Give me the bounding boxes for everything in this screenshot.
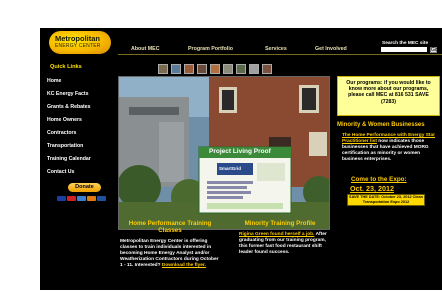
donate-button[interactable]: Donate (68, 183, 101, 192)
gallery-thumb[interactable] (184, 64, 194, 74)
featured-photo: Project Living Proof SmartGrid (118, 76, 330, 230)
search-button[interactable]: Go (430, 47, 438, 53)
nav-get-involved[interactable]: Get Involved (315, 46, 347, 52)
minority-training-heading: Minority Training Profile (244, 220, 316, 227)
nav-about[interactable]: About MEC (131, 46, 160, 52)
gallery-thumb[interactable] (158, 64, 168, 74)
search-label: Search the MEC site (382, 41, 429, 46)
gallery-thumb[interactable] (223, 64, 233, 74)
gallery-thumb[interactable] (197, 64, 207, 74)
page-frame: Metropolitan ENERGY CENTER About MEC Pro… (40, 28, 442, 290)
sidebar-item-contact-us[interactable]: Contact Us (47, 169, 74, 175)
rigina-green-link[interactable]: Rigina Green found herself a job. (239, 232, 314, 237)
gallery-thumb[interactable] (249, 64, 259, 74)
sidebar-item-grants-rebates[interactable]: Grants & Rebates (47, 104, 91, 110)
programs-notice: Our programs: if you would like to know … (337, 76, 440, 116)
amex-card-icon (77, 196, 86, 201)
sidebar-item-transportation[interactable]: Transportation (47, 143, 83, 149)
gallery-thumb[interactable] (171, 64, 181, 74)
minority-training-paragraph: Rigina Green found herself a job. After … (239, 232, 331, 256)
gallery-thumb[interactable] (236, 64, 246, 74)
search-input[interactable] (381, 47, 427, 52)
hp-training-paragraph: Metropolitan Energy Center is offering c… (120, 239, 220, 269)
mec-logo[interactable]: Metropolitan ENERGY CENTER (49, 31, 111, 54)
sidebar-item-contractors[interactable]: Contractors (47, 130, 76, 136)
mastercard-icon (67, 196, 76, 201)
sign-title: Project Living Proof (209, 148, 271, 155)
logo-subtitle: ENERGY CENTER (55, 43, 101, 49)
visa-card-icon (57, 196, 66, 201)
sidebar-item-kc-energy-facts[interactable]: KC Energy Facts (47, 91, 89, 97)
download-flyer-link[interactable]: Download the flyer. (162, 263, 206, 268)
nav-services[interactable]: Services (265, 46, 287, 52)
hp-training-heading: Home Performance Training Classes (128, 220, 212, 234)
discover-card-icon (87, 196, 96, 201)
sidebar-item-home[interactable]: Home (47, 78, 61, 84)
logo-title: Metropolitan (55, 34, 100, 43)
expo-heading[interactable]: Come to the Expo: (351, 176, 407, 183)
expo-banner[interactable]: SAVE THE DATE: October 23, 2012 Clean Tr… (347, 194, 425, 206)
mwb-heading: Minority & Women Businesses (337, 122, 425, 128)
quick-links-heading: Quick Links (50, 64, 82, 70)
sign-brand: SmartGrid (219, 166, 242, 171)
paypal-icon (97, 196, 106, 201)
header-divider (118, 54, 442, 55)
mwb-paragraph: The Home Performance with Energy Star Pr… (342, 133, 438, 163)
expo-date[interactable]: Oct. 23, 2012 (350, 184, 394, 193)
gallery-thumb[interactable] (262, 64, 272, 74)
sidebar-item-training-calendar[interactable]: Training Calendar (47, 156, 91, 162)
gallery-thumb[interactable] (210, 64, 220, 74)
nav-program-portfolio[interactable]: Program Portfolio (188, 46, 233, 52)
sidebar-item-home-owners[interactable]: Home Owners (47, 117, 82, 123)
